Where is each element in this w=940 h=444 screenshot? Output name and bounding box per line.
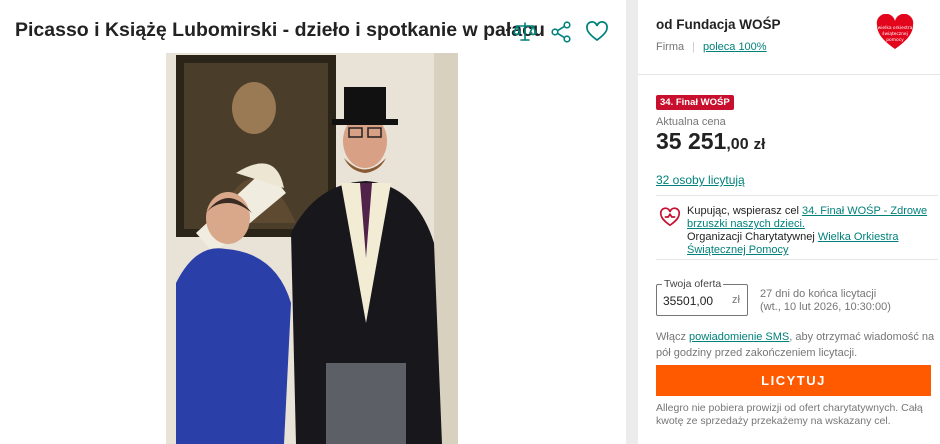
price-currency: zł	[753, 136, 766, 153]
bid-button[interactable]: LICYTUJ	[656, 365, 931, 396]
sms-notification-link[interactable]: powiadomienie SMS	[689, 331, 789, 343]
svg-text:świątecznej: świątecznej	[882, 30, 908, 37]
purchase-panel: od Fundacja WOŚP Firma | poleca 100% wie…	[638, 0, 940, 444]
charity-prefix: Kupując, wspierasz cel	[687, 205, 802, 217]
bidders-link[interactable]: 32 osoby licytują	[656, 173, 745, 187]
seller-name[interactable]: od Fundacja WOŚP	[656, 17, 781, 32]
charity-info: Kupując, wspierasz cel 34. Finał WOŚP - …	[656, 195, 938, 260]
seller-rating-link[interactable]: poleca 100%	[703, 41, 767, 53]
charity-org-prefix: Organizacji Charytatywnej	[687, 231, 818, 243]
auction-deadline: 27 dni do końca licytacji (wt., 10 lut 2…	[760, 288, 891, 314]
current-price: 35 251,00 zł	[656, 128, 765, 155]
charity-heart-icon	[659, 206, 681, 228]
price-decimal: ,00	[726, 136, 749, 153]
divider	[638, 74, 940, 75]
seller-meta: Firma | poleca 100%	[656, 41, 767, 53]
sms-notice: Włącz powiadomienie SMS, aby otrzymać wi…	[656, 329, 936, 361]
wosp-logo: wielka orkiestra świątecznej pomocy	[876, 13, 914, 50]
price-main: 35 251	[656, 128, 727, 154]
price-label: Aktualna cena	[656, 116, 726, 128]
charity-note: Allegro nie pobiera prowizji od ofert ch…	[656, 402, 923, 427]
listing-panel: Picasso i Książę Lubomirski - dzieło i s…	[0, 0, 626, 444]
campaign-badge: 34. Finał WOŚP	[656, 95, 734, 110]
seller-type: Firma	[656, 41, 685, 53]
listing-photo[interactable]	[166, 53, 458, 444]
deadline-date: (wt., 10 lut 2026, 10:30:00)	[760, 301, 891, 313]
offer-currency: zł	[732, 294, 740, 306]
svg-text:pomocy: pomocy	[886, 38, 904, 43]
offer-label: Twoja oferta	[662, 278, 724, 290]
offer-input[interactable]: Twoja oferta 35501,00 zł	[656, 278, 748, 316]
compare-icon[interactable]	[513, 20, 537, 44]
offer-value[interactable]: 35501,00	[663, 294, 713, 308]
deadline-days: 27 dni do końca licytacji	[760, 288, 877, 300]
heart-icon[interactable]	[585, 20, 609, 44]
sms-prefix: Włącz	[656, 331, 689, 343]
share-icon[interactable]	[549, 20, 573, 44]
svg-text:wielka orkiestra: wielka orkiestra	[878, 25, 913, 31]
separator: |	[692, 41, 695, 53]
title-actions	[513, 20, 609, 44]
listing-title: Picasso i Książę Lubomirski - dzieło i s…	[15, 19, 545, 41]
charity-text: Kupując, wspierasz cel 34. Finał WOŚP - …	[687, 205, 937, 257]
